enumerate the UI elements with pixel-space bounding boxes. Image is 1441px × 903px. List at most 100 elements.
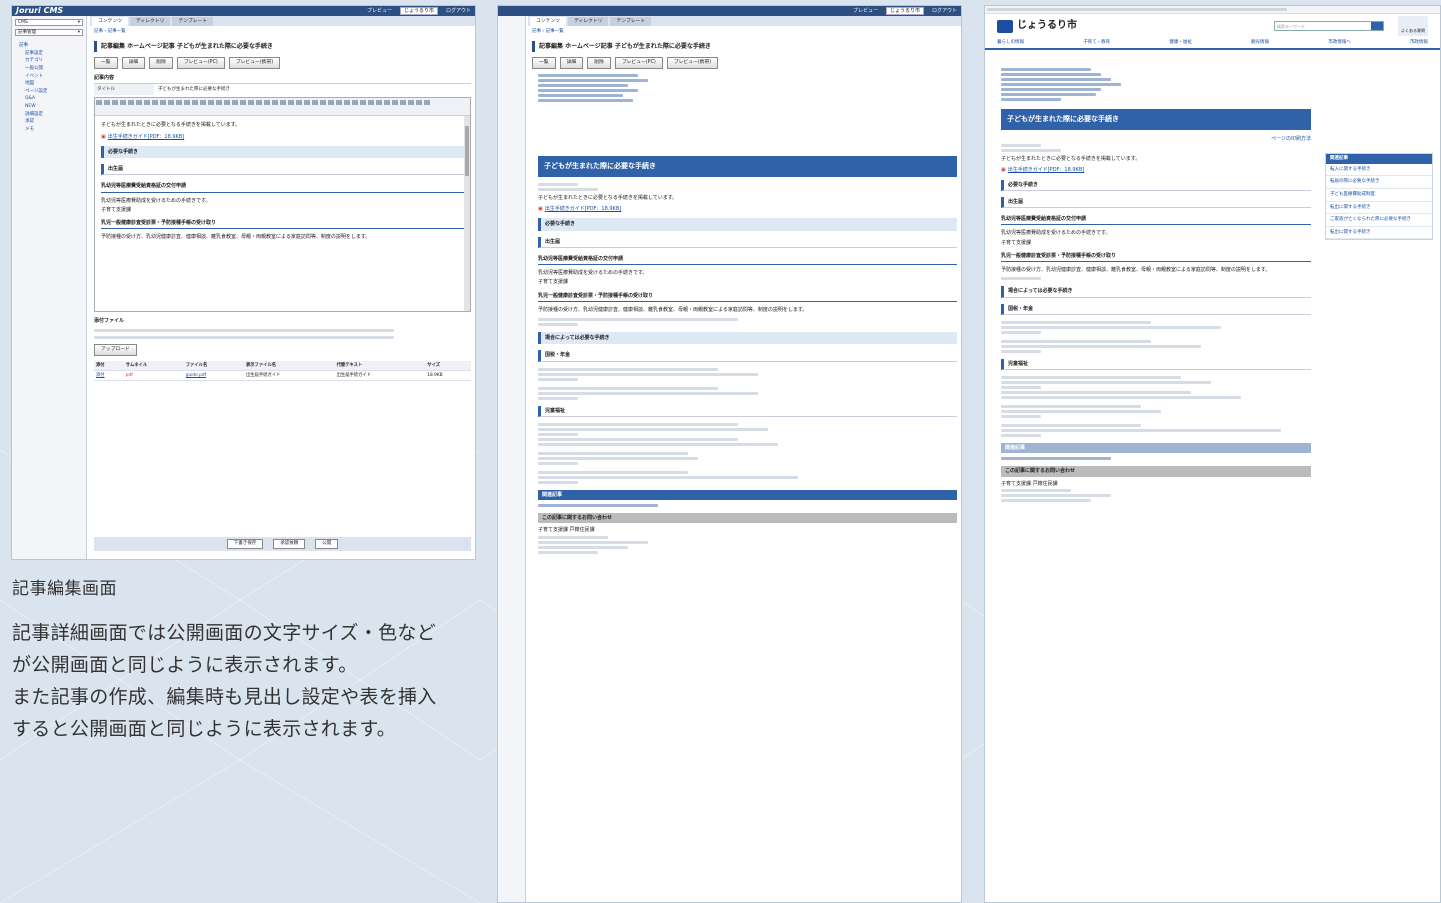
publish-button[interactable]: 公開 xyxy=(315,539,339,549)
title-input[interactable]: 子どもが生まれた際に必要な手続き xyxy=(154,87,230,93)
pdf-link[interactable]: 出生手続きガイド[PDF：18.9KB] xyxy=(1008,167,1085,173)
tab-contents[interactable]: コンテンツ xyxy=(530,17,566,26)
upload-button[interactable]: アップロード xyxy=(94,343,137,356)
checkup-text: 予防接種の受け方、乳幼児健康診査、健康相談、離乳食教室、母親・両親教室による家庭… xyxy=(101,234,371,241)
faq-button[interactable]: よくある質問 xyxy=(1398,16,1428,36)
delete-button[interactable]: 削除 xyxy=(587,57,611,70)
detail-button[interactable]: 詳細 xyxy=(121,57,146,70)
cms-tabs: コンテンツ ディレクトリ テンプレート xyxy=(528,16,961,26)
heading-birth: 出生届 xyxy=(1001,196,1311,208)
site-select[interactable]: じょうるり市 xyxy=(885,6,924,16)
sidebar-link[interactable]: 転入に関する手続き xyxy=(1326,164,1432,177)
nav-item[interactable]: 市政情報へ xyxy=(1328,40,1351,46)
tree-item[interactable]: 記事設定 xyxy=(15,50,83,58)
nav-item[interactable]: 子育て・教育 xyxy=(1083,40,1110,46)
heading-tax: 国税・年金 xyxy=(538,350,957,362)
tab-template[interactable]: テンプレート xyxy=(172,17,214,26)
pdf-link[interactable]: 出生手続きガイド[PDF：18.9KB] xyxy=(108,134,185,140)
global-nav: 暮らしの情報 子育て・教育 健康・福祉 観光情報 市政情報へ 市政情報 xyxy=(985,38,1440,50)
tree-item[interactable]: Q&A xyxy=(15,95,83,103)
tree-item[interactable]: 詳細設定 xyxy=(15,111,83,119)
tree-item[interactable]: NEW xyxy=(15,103,83,111)
medical-text: 乳幼児等医療費助成を受けるための手続きです。 xyxy=(101,197,211,204)
search-input[interactable]: 検索キーワード xyxy=(1274,21,1384,31)
print-link[interactable]: ページの印刷方法 xyxy=(1001,136,1311,142)
editor-scrollbar[interactable] xyxy=(464,116,470,312)
tree-item[interactable]: メモ xyxy=(15,126,83,134)
rich-text-editor[interactable]: 子どもが生まれたときに必要となる手続きを掲載しています。 ▣ 出生手続きガイド[P… xyxy=(94,97,471,313)
preview-link[interactable]: プレビュー xyxy=(367,8,392,14)
preview-mobile-button[interactable]: プレビュー(携帯) xyxy=(666,57,719,70)
table-cell[interactable]: guide.pdf xyxy=(183,370,244,382)
sidebar-link[interactable]: 子ども医療費助成制度 xyxy=(1326,189,1432,202)
table-cell: pdf xyxy=(123,370,184,382)
tab-template[interactable]: テンプレート xyxy=(610,17,652,26)
tab-contents[interactable]: コンテンツ xyxy=(92,17,128,26)
site-article: 子どもが生まれた際に必要な手続き ページの印刷方法 子どもが生まれたときに必要と… xyxy=(1001,66,1311,504)
sidebar-link[interactable]: ご家族が亡くなられた際に必要な手続き xyxy=(1326,214,1432,227)
cms-logo: Joruri CMS xyxy=(16,6,64,15)
tab-directory[interactable]: ディレクトリ xyxy=(130,17,171,26)
preview-pc-button[interactable]: プレビュー(PC) xyxy=(176,57,225,70)
medical-text: 乳幼児等医療費助成を受けるための手続きです。 xyxy=(538,270,648,276)
heading-welfare: 児童福祉 xyxy=(538,405,957,417)
preview-link[interactable]: プレビュー xyxy=(853,8,878,14)
heading-medical: 乳幼児等医療費受給資格証の交付申請 xyxy=(1001,214,1311,226)
tree-item[interactable]: イベント xyxy=(15,73,83,81)
logout-link[interactable]: ログアウト xyxy=(932,8,957,14)
description-line: が公開画面と同じように表示されます。 xyxy=(12,654,358,676)
breadcrumb[interactable]: 記事 › 記事一覧 xyxy=(528,26,961,38)
sidebar-title: 関連記事 xyxy=(1326,154,1432,164)
table-header: 代替テキスト xyxy=(334,360,426,371)
pdf-link[interactable]: 出生手続きガイド[PDF：18.9KB] xyxy=(545,206,622,212)
tree-item[interactable]: 地図 xyxy=(15,80,83,88)
file-table: 添付 サムネイル ファイル名 表示ファイル名 代替テキスト サイズ 添付 pdf… xyxy=(94,360,471,382)
detail-button[interactable]: 詳細 xyxy=(559,57,584,70)
cms-header: プレビュー じょうるり市 ログアウト xyxy=(498,6,961,16)
utility-bar xyxy=(985,6,1440,14)
sidebar-link[interactable]: 転出に関する手続き xyxy=(1326,202,1432,215)
nav-item[interactable]: 市政情報 xyxy=(1410,40,1428,46)
sidebar-link[interactable]: 転居の際に必要な手続き xyxy=(1326,176,1432,189)
save-draft-button[interactable]: 下書き保存 xyxy=(226,539,264,549)
table-cell: 18.9KB xyxy=(425,370,471,382)
list-button[interactable]: 一覧 xyxy=(94,57,118,70)
table-cell[interactable]: 添付 xyxy=(94,370,124,382)
tab-directory[interactable]: ディレクトリ xyxy=(568,17,609,26)
nav-item[interactable]: 観光情報 xyxy=(1251,40,1269,46)
sidebar-select-cms[interactable]: CMS ▾ xyxy=(15,19,83,26)
tree-item[interactable]: カテゴリ xyxy=(15,57,83,65)
cms-edit-screenshot: Joruri CMS プレビュー じょうるり市 ログアウト CMS ▾ 記事管理 ▾… xyxy=(11,5,476,560)
table-cell: 出生届手続ガイド xyxy=(334,370,426,382)
search-icon[interactable] xyxy=(1371,22,1383,30)
request-approval-button[interactable]: 承認依頼 xyxy=(273,539,306,549)
preview-mobile-button[interactable]: プレビュー(携帯) xyxy=(228,57,281,70)
intro-text: 子どもが生まれたときに必要となる手続きを掲載しています。 xyxy=(1001,156,1141,162)
nav-item[interactable]: 暮らしの情報 xyxy=(997,40,1024,46)
tree-item[interactable]: 承認 xyxy=(15,118,83,126)
medical-text: 乳幼児等医療費助成を受けるための手続きです。 xyxy=(1001,230,1111,237)
tree-item[interactable]: 一般公開 xyxy=(15,65,83,73)
site-select[interactable]: じょうるり市 xyxy=(399,6,438,16)
section-name: 子育て支援課 xyxy=(538,279,569,286)
cms-tabs: コンテンツ ディレクトリ テンプレート xyxy=(90,16,475,26)
delete-button[interactable]: 削除 xyxy=(149,57,173,70)
tree-item[interactable]: 記事 xyxy=(15,42,83,50)
preview-pc-button[interactable]: プレビュー(PC) xyxy=(614,57,663,70)
contact-heading: この記事に関するお問い合わせ xyxy=(538,513,957,524)
table-header: 添付 xyxy=(94,360,124,371)
section-name: 子育て支援課 xyxy=(1001,239,1032,246)
nav-item[interactable]: 健康・福祉 xyxy=(1169,40,1192,46)
list-button[interactable]: 一覧 xyxy=(532,57,556,70)
breadcrumb[interactable]: 記事 › 記事一覧 xyxy=(90,26,475,38)
site-name[interactable]: じょうるり市 xyxy=(1017,20,1077,33)
article-title: 子どもが生まれた際に必要な手続き xyxy=(1001,109,1311,130)
tree-item[interactable]: ページ設定 xyxy=(15,88,83,96)
article-title: 子どもが生まれた際に必要な手続き xyxy=(538,156,957,177)
sidebar-select-article[interactable]: 記事管理 ▾ xyxy=(15,29,83,36)
table-header: 表示ファイル名 xyxy=(243,360,335,371)
table-header: ファイル名 xyxy=(183,360,244,371)
logout-link[interactable]: ログアウト xyxy=(446,8,471,14)
section-heading: 記事内容 xyxy=(94,75,115,82)
sidebar-link[interactable]: 転出に関する手続き xyxy=(1326,227,1432,240)
